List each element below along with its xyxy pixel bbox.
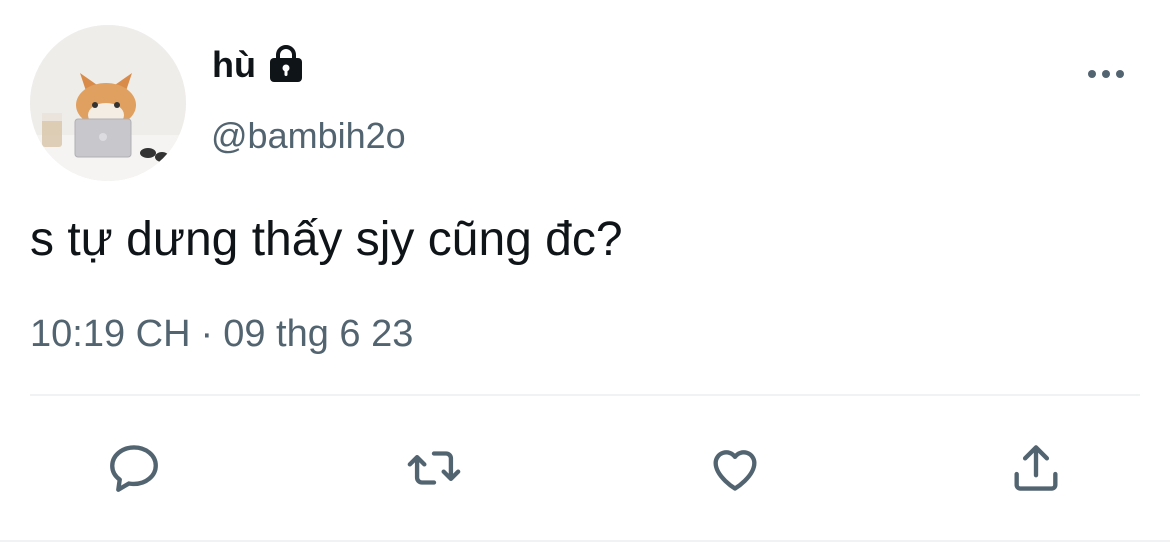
more-horizontal-icon[interactable] [1084, 62, 1128, 86]
avatar[interactable] [30, 25, 186, 181]
reply-button[interactable] [104, 438, 164, 498]
author-name-row: hù [212, 43, 306, 87]
divider [30, 394, 1140, 396]
author-handle[interactable]: @bambih2o [211, 114, 406, 158]
cat-photo [30, 25, 186, 181]
tweet-time[interactable]: 10:19 CH [30, 313, 191, 355]
heart-icon [713, 450, 757, 491]
tweet-date[interactable]: 09 thg 6 23 [223, 313, 413, 355]
share-button[interactable] [1006, 438, 1066, 498]
retweet-button[interactable] [404, 438, 464, 498]
tweet-text: s tự dưng thấy sjy cũng đc? [30, 213, 623, 266]
meta-separator: · [200, 313, 214, 355]
reply-bubble-icon [110, 445, 158, 492]
display-name[interactable]: hù [212, 43, 256, 87]
share-upload-icon [1014, 445, 1058, 491]
retweet-arrows-icon [407, 451, 461, 485]
like-button[interactable] [705, 438, 765, 498]
bottom-divider [0, 540, 1170, 542]
tweet-meta: 10:19 CH · 09 thg 6 23 [30, 310, 413, 358]
lock-icon [266, 45, 306, 85]
